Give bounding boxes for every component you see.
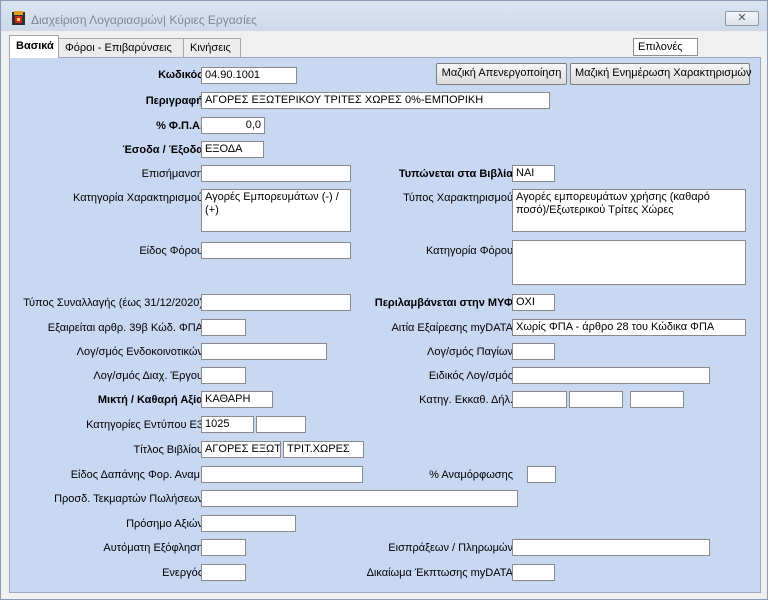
book-title-label: Τίτλος Βιβλίου — [133, 444, 203, 456]
income-expense-field[interactable]: ΕΞΟΔΑ — [201, 141, 264, 158]
vat-label: % Φ.Π.Α. — [156, 120, 203, 132]
options-button[interactable]: Επιλονές — [633, 38, 698, 56]
title-bar[interactable]: Διαχείριση Λογαριασμών| Κύριες Εργασίες … — [1, 1, 767, 31]
window-title: Διαχείριση Λογαριασμών| Κύριες Εργασίες — [31, 13, 257, 27]
project-account-label: Λογ/σμός Διαχ. Έργου — [93, 370, 203, 382]
notice-field[interactable] — [201, 165, 351, 182]
sales-evidence-field[interactable] — [201, 490, 518, 507]
deduction-right-field[interactable] — [512, 564, 555, 581]
clearance-category-3-field[interactable] — [630, 391, 684, 408]
value-sign-label: Πρόσημο Αξιών — [126, 518, 203, 530]
characterization-category-label: Κατηγορία Χαρακτηρισμού — [73, 192, 203, 204]
active-field[interactable] — [201, 564, 246, 581]
characterization-type-field[interactable]: Αγορές εμπορευμάτων χρήσης (καθαρό ποσό)… — [512, 189, 746, 232]
intra-community-account-field[interactable] — [201, 343, 327, 360]
close-button[interactable]: ✕ — [725, 11, 759, 26]
clearance-category-2-field[interactable] — [569, 391, 623, 408]
vat-field[interactable]: 0,0 — [201, 117, 265, 134]
main-window: Διαχείριση Λογαριασμών| Κύριες Εργασίες … — [0, 0, 768, 600]
exemption-reason-field[interactable]: Χωρίς ΦΠΑ - άρθρο 28 του Κώδικα ΦΠΑ — [512, 319, 746, 336]
income-expense-label: Έσοδα / Έξοδα — [122, 144, 203, 156]
auto-settlement-field[interactable] — [201, 539, 246, 556]
tax-kind-label: Είδος Φόρου — [139, 245, 203, 257]
collections-payments-label: Εισπράξεων / Πληρωμών — [388, 542, 513, 554]
special-account-field[interactable] — [512, 367, 710, 384]
description-field[interactable]: ΑΓΟΡΕΣ ΕΞΩΤΕΡΙΚΟΥ ΤΡΙΤΕΣ ΧΩΡΕΣ 0%-ΕΜΠΟΡΙ… — [201, 92, 550, 109]
exempt-39b-field[interactable] — [201, 319, 246, 336]
book-title-1-field[interactable]: ΑΓΟΡΕΣ ΕΞΩΤ — [201, 441, 281, 458]
characterization-category-field[interactable]: Αγορές Εμπορευμάτων (-) / (+) — [201, 189, 351, 232]
revaluation-expense-label: Είδος Δαπάνης Φορ. Αναμ. — [70, 469, 203, 481]
value-sign-field[interactable] — [201, 515, 296, 532]
revaluation-expense-field[interactable] — [201, 466, 363, 483]
tab-movements[interactable]: Κινήσεις — [183, 38, 241, 57]
revaluation-pct-field[interactable] — [527, 466, 556, 483]
clearance-category-1-field[interactable] — [512, 391, 567, 408]
intra-community-account-label: Λογ/σμός Ενδοκοινοτικών — [76, 346, 203, 358]
tab-taxes[interactable]: Φόροι - Επιβαρύνσεις — [58, 38, 184, 57]
mass-deactivate-button[interactable]: Μαζική Απενεργοποίηση — [436, 63, 567, 85]
code-label: Κωδικός — [158, 69, 203, 81]
clearance-categories-label: Κατηγ. Εκκαθ. Δήλ. — [419, 394, 513, 406]
e3-category-1-field[interactable]: 1025 — [201, 416, 254, 433]
sales-evidence-label: Προσδ. Τεκμαρτών Πωλήσεων — [54, 493, 203, 505]
collections-payments-field[interactable] — [512, 539, 710, 556]
tax-category-label: Κατηγορία Φόρου — [425, 245, 513, 257]
tax-category-field[interactable] — [512, 240, 746, 285]
tab-basic[interactable]: Βασικά — [9, 35, 59, 58]
transaction-type-label: Τύπος Συναλλαγής (έως 31/12/2020) — [23, 297, 203, 309]
mass-update-characterizations-button[interactable]: Μαζική Ενημέρωση Χαρακτηρισμών — [570, 63, 752, 85]
deduction-right-label: Δικαίωμα Έκπτωσης myDATA — [366, 567, 513, 579]
printed-in-books-field[interactable]: ΝΑΙ — [512, 165, 555, 182]
tax-kind-field[interactable] — [201, 242, 351, 259]
revaluation-pct-label: % Αναμόρφωσης — [429, 469, 513, 481]
printed-in-books-label: Τυπώνεται στα Βιβλία — [398, 168, 513, 180]
basic-tab-panel: Κωδικός 04.90.1001 Μαζική Απενεργοποίηση… — [9, 57, 761, 593]
exemption-reason-label: Αιτία Εξαίρεσης myDATA — [391, 322, 513, 334]
included-in-myf-field[interactable]: ΟΧΙ — [512, 294, 555, 311]
project-account-field[interactable] — [201, 367, 246, 384]
close-icon: ✕ — [737, 12, 747, 24]
active-label: Ενεργός — [162, 567, 203, 579]
characterization-type-label: Τύπος Χαρακτηρισμού — [403, 192, 513, 204]
auto-settlement-label: Αυτόματη Εξόφληση — [103, 542, 203, 554]
special-account-label: Ειδικός Λογ/σμός — [428, 370, 513, 382]
gross-net-field[interactable]: ΚΑΘΑΡΗ — [201, 391, 273, 408]
included-in-myf-label: Περιλαμβάνεται στην ΜΥΦ — [374, 297, 513, 309]
description-label: Περιγραφή — [145, 95, 203, 107]
fixed-assets-account-field[interactable] — [512, 343, 555, 360]
code-field[interactable]: 04.90.1001 — [201, 67, 297, 84]
book-title-2-field[interactable]: ΤΡΙΤ.ΧΩΡΕΣ — [283, 441, 364, 458]
app-icon — [12, 11, 25, 25]
e3-categories-label: Κατηγορίες Εντύπου Ε3 — [86, 419, 203, 431]
e3-category-2-field[interactable] — [256, 416, 306, 433]
transaction-type-field[interactable] — [201, 294, 351, 311]
gross-net-label: Μικτή / Καθαρή Αξία — [97, 394, 203, 406]
notice-label: Επισήμανση — [141, 168, 203, 180]
fixed-assets-account-label: Λογ/σμός Παγίων — [427, 346, 513, 358]
exempt-39b-label: Εξαιρείται αρθρ. 39β Κώδ. ΦΠΑ — [47, 322, 203, 334]
